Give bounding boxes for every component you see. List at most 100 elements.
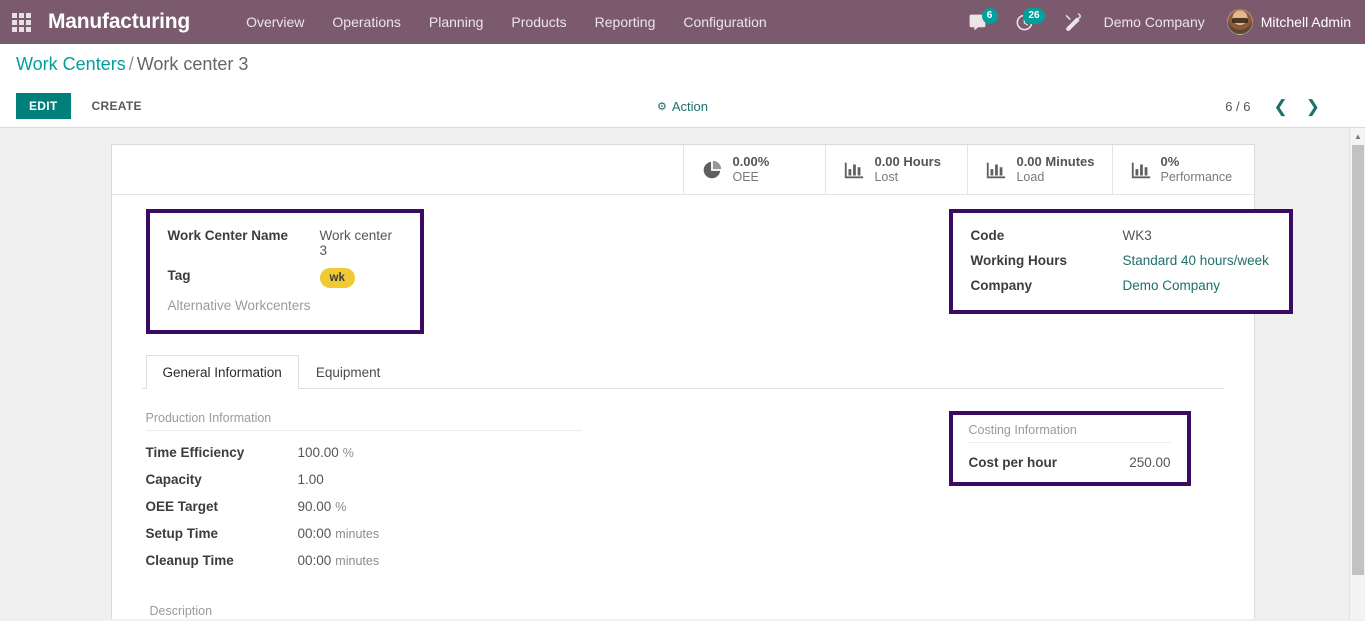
breadcrumb-work-centers[interactable]: Work Centers <box>16 54 126 74</box>
label-cleanup-time: Cleanup Time <box>145 553 234 568</box>
messages-button[interactable]: 6 <box>968 7 998 32</box>
unit-setup-time: minutes <box>335 527 380 541</box>
vertical-scrollbar[interactable]: ▲ <box>1349 128 1365 619</box>
value-working-hours[interactable]: Standard 40 hours/week <box>1123 248 1271 273</box>
nav-menu-operations[interactable]: Operations <box>318 0 414 44</box>
form-group-right: Code WK3 Working Hours Standard 40 hours… <box>683 209 1293 317</box>
tag-badge[interactable]: wk <box>319 268 355 288</box>
value-company[interactable]: Demo Company <box>1123 273 1271 298</box>
bar-chart-icon <box>1130 159 1152 181</box>
tab-equipment[interactable]: Equipment <box>299 355 398 389</box>
unit-oee-target: % <box>335 500 347 514</box>
details-field-table: Code WK3 Working Hours Standard 40 hours… <box>971 223 1271 298</box>
value-cost-per-hour[interactable]: 250.00 <box>1129 455 1170 470</box>
value-cleanup-time-number: 00:00 <box>297 553 332 568</box>
stat-button-performance[interactable]: 0% Performance <box>1111 145 1254 194</box>
user-menu[interactable]: Mitchell Admin <box>1221 9 1351 35</box>
label-tag: Tag <box>167 268 191 283</box>
value-work-center-name[interactable]: Work center 3 <box>320 223 402 263</box>
stat-label-lost: Lost <box>874 170 899 185</box>
control-panel: Work Centers / Work center 3 EDIT CREATE ⚙… <box>0 44 1365 128</box>
nav-menu-planning[interactable]: Planning <box>415 0 498 44</box>
label-working-hours: Working Hours <box>970 253 1068 268</box>
stat-value-load: 0.00 Minutes <box>1016 153 1095 169</box>
create-button[interactable]: CREATE <box>79 93 155 119</box>
company-switcher[interactable]: Demo Company <box>1088 14 1221 30</box>
production-information-group: Production Information Time Efficiency 1… <box>145 411 683 574</box>
value-capacity[interactable]: 1.00 <box>298 466 582 493</box>
unit-capacity <box>324 473 328 487</box>
notebook-page-general-information: Production Information Time Efficiency 1… <box>142 389 1224 619</box>
field-row-code: Code WK3 <box>971 223 1271 248</box>
bar-chart-icon <box>843 159 865 181</box>
field-row-alternative-workcenters: Alternative Workcenters <box>168 293 402 318</box>
scrollbar-thumb[interactable] <box>1352 145 1364 575</box>
value-capacity-number: 1.00 <box>297 472 324 487</box>
stat-button-load[interactable]: 0.00 Minutes Load <box>967 145 1111 194</box>
costing-information-group: Costing Information Cost per hour 250.00 <box>683 411 1220 486</box>
edit-button[interactable]: EDIT <box>16 93 71 119</box>
value-setup-time[interactable]: 00:00 minutes <box>298 520 582 547</box>
action-menu-label: Action <box>671 98 709 114</box>
stat-button-lost-text: 0.00 Hours Lost <box>874 154 940 185</box>
value-cleanup-time[interactable]: 00:00 minutes <box>298 547 582 574</box>
form-view-content: 0.00% OEE 0.00 Hours Lost 0.00 Minutes L… <box>0 128 1365 619</box>
stat-button-lost[interactable]: 0.00 Hours Lost <box>825 145 967 194</box>
gear-icon: ⚙ <box>656 100 667 113</box>
value-tag[interactable]: wk <box>319 263 402 293</box>
label-capacity: Capacity <box>145 472 202 487</box>
field-row-oee-target: OEE Target 90.00% <box>146 493 582 520</box>
value-time-efficiency-number: 100.00 <box>297 445 339 460</box>
user-name-label: Mitchell Admin <box>1260 14 1351 30</box>
field-row-cost-per-hour: Cost per hour 250.00 <box>969 447 1171 470</box>
value-alternative-workcenters[interactable] <box>320 293 402 318</box>
value-time-efficiency[interactable]: 100.00% <box>298 439 582 466</box>
form-sheet: 0.00% OEE 0.00 Hours Lost 0.00 Minutes L… <box>110 144 1293 619</box>
field-row-setup-time: Setup Time 00:00 minutes <box>146 520 582 547</box>
nav-menu-reporting[interactable]: Reporting <box>581 0 670 44</box>
debug-menu-button[interactable] <box>1064 13 1082 31</box>
value-code[interactable]: WK3 <box>1123 223 1271 248</box>
label-alternative-workcenters: Alternative Workcenters <box>167 298 311 313</box>
tab-general-information[interactable]: General Information <box>145 355 299 389</box>
nav-menu-configuration[interactable]: Configuration <box>669 0 780 44</box>
field-row-company: Company Demo Company <box>971 273 1271 298</box>
record-pager: 6 / 6 ❮ ❯ <box>1225 98 1327 115</box>
stat-value-lost: 0.00 Hours <box>874 153 941 169</box>
field-row-cleanup-time: Cleanup Time 00:00 minutes <box>146 547 582 574</box>
action-menu-button[interactable]: ⚙ Action <box>657 99 708 114</box>
highlight-box-details: Code WK3 Working Hours Standard 40 hours… <box>948 209 1293 314</box>
highlight-box-identity: Work Center Name Work center 3 Tag wk Al… <box>145 209 424 334</box>
description-block: Description <box>146 574 1220 619</box>
stat-button-performance-text: 0% Performance <box>1161 154 1233 185</box>
app-brand-manufacturing[interactable]: Manufacturing <box>48 10 190 34</box>
breadcrumb: Work Centers / Work center 3 <box>16 54 1349 85</box>
scrollbar-up-arrow[interactable]: ▲ <box>1350 128 1365 144</box>
sheet-background: 0.00% OEE 0.00 Hours Lost 0.00 Minutes L… <box>0 128 1365 619</box>
pager-next-button[interactable]: ❯ <box>1299 98 1327 115</box>
field-row-work-center-name: Work Center Name Work center 3 <box>168 223 402 263</box>
field-row-working-hours: Working Hours Standard 40 hours/week <box>971 248 1271 273</box>
control-panel-buttons: EDIT CREATE ⚙ Action 6 / 6 ❮ ❯ <box>16 85 1349 127</box>
apps-grid-icon[interactable] <box>10 11 32 33</box>
stat-button-oee[interactable]: 0.00% OEE <box>683 145 825 194</box>
stat-button-box: 0.00% OEE 0.00 Hours Lost 0.00 Minutes L… <box>111 145 1254 195</box>
field-row-time-efficiency: Time Efficiency 100.00% <box>146 439 582 466</box>
nav-menu-products[interactable]: Products <box>497 0 580 44</box>
notebook-tab-list: General Information Equipment <box>141 355 1224 389</box>
pie-chart-icon <box>701 159 723 181</box>
avatar <box>1226 9 1253 35</box>
field-row-capacity: Capacity 1.00 <box>146 466 582 493</box>
stat-value-performance: 0% <box>1160 153 1180 169</box>
production-information-title: Production Information <box>145 411 582 431</box>
stat-label-oee: OEE <box>732 170 759 185</box>
stat-button-oee-text: 0.00% OEE <box>732 154 769 185</box>
pager-previous-button[interactable]: ❮ <box>1267 98 1295 115</box>
messages-badge: 6 <box>981 7 998 24</box>
activities-button[interactable]: 26 <box>1015 7 1045 32</box>
notebook-group-row: Production Information Time Efficiency 1… <box>145 411 1220 574</box>
nav-menu-overview[interactable]: Overview <box>232 0 318 44</box>
unit-time-efficiency: % <box>342 446 354 460</box>
label-oee-target: OEE Target <box>145 499 219 514</box>
value-oee-target[interactable]: 90.00% <box>298 493 582 520</box>
